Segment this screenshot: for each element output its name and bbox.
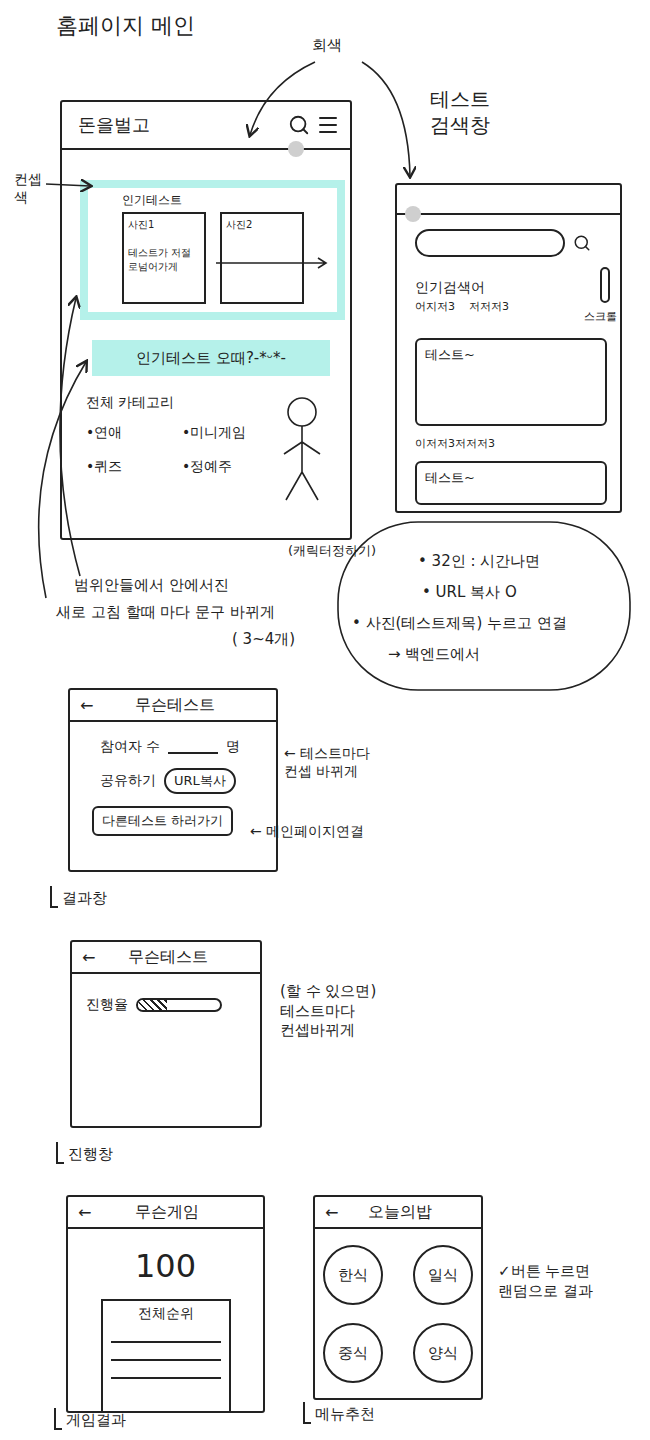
- ranking-row: [111, 1361, 221, 1379]
- ranking-row: [111, 1343, 221, 1361]
- cloud-note: • 32인 : 시간나면• URL 복사 O• 사진(테스트제목) 누르고 연결…: [352, 552, 567, 664]
- search-page-frame: 인기검색어어지저3 저저저3 스크롤테스트~ 이저저3저저저3 테스트~: [395, 183, 622, 513]
- participants-label: 참여자 수: [100, 738, 160, 756]
- banner: 인기테스트 오때?-*ᵕ*-: [92, 340, 330, 376]
- progress-fill: [138, 1000, 167, 1010]
- scrollbar[interactable]: [600, 267, 610, 303]
- category-item[interactable]: •퀴즈: [86, 458, 176, 476]
- search-icon[interactable]: [573, 234, 591, 252]
- link-note: ← 메인페이지연결: [250, 822, 364, 840]
- participants-unit: 명: [226, 738, 240, 756]
- character-note: (캐릭터정하기): [288, 543, 376, 560]
- back-button[interactable]: ←: [80, 696, 93, 715]
- screen-header: ← 무슨테스트: [70, 690, 276, 722]
- slide-arrow-icon: [214, 256, 332, 270]
- site-title: 돈을벌고: [78, 113, 150, 137]
- card-caption: 테스트가 저절로넘어가게: [128, 246, 200, 274]
- result-card[interactable]: 테스트~: [415, 461, 607, 505]
- copy-url-button[interactable]: URL복사: [164, 768, 236, 794]
- character-icon: [272, 394, 332, 504]
- scroll-label: 스크롤: [584, 309, 617, 324]
- screen-label: 결과창: [50, 886, 107, 908]
- participants-blank: [168, 740, 218, 754]
- progress-screen-frame: ← 무슨테스트진행율: [70, 940, 262, 1128]
- concept-note: ← 테스트마다컨셉 바뀌게: [284, 744, 370, 780]
- search-top-bar: [397, 185, 620, 215]
- screen-header: ← 오늘의밥: [315, 1197, 481, 1229]
- other-test-button[interactable]: 다른테스트 하러가기: [92, 806, 233, 836]
- menu-option-button[interactable]: 중식: [323, 1323, 383, 1383]
- card-photo: 사진1: [128, 218, 200, 232]
- menu-icon[interactable]: [316, 113, 340, 137]
- screen-title: 무슨테스트: [99, 695, 266, 716]
- wireframe-canvas: 홈페이지 메인회색테스트검색창컨셉색 돈을벌고인기테스트사진1 테스트가 저절로넘어…: [0, 0, 650, 1440]
- test-card[interactable]: 사진2: [220, 212, 304, 304]
- screen-title: 오늘의밥: [344, 1202, 471, 1223]
- page-title: 홈페이지 메인: [56, 12, 195, 41]
- result-caption: 이저저3저저저3: [415, 436, 610, 451]
- share-label: 공유하기: [100, 772, 156, 790]
- screen-title: 무슨게임: [97, 1202, 253, 1223]
- screen-header: ← 무슨테스트: [72, 942, 260, 974]
- main-page-frame: 돈을벌고인기테스트사진1 테스트가 저절로넘어가게 사진2 인기테스트 오때?-*ᵕ*…: [60, 100, 352, 540]
- screen-label: 메뉴추천: [303, 1402, 375, 1424]
- keyword[interactable]: 어지저3: [415, 299, 455, 314]
- back-button[interactable]: ←: [325, 1203, 338, 1222]
- popular-tests: 인기테스트사진1 테스트가 저절로넘어가게 사진2: [80, 180, 345, 320]
- bracket-mark: [303, 1402, 311, 1424]
- categories-title: 전체 카테고리: [86, 394, 272, 412]
- screen-header: ← 무슨게임: [68, 1197, 263, 1229]
- screen-label: 게임결과: [54, 1408, 126, 1430]
- category-item[interactable]: •정예주: [182, 458, 272, 476]
- score: 100: [135, 1247, 196, 1285]
- game-screen-frame: ← 무슨게임 100 전체순위: [66, 1195, 265, 1413]
- ranking-row: [111, 1325, 221, 1343]
- menu-option-button[interactable]: 양식: [413, 1323, 473, 1383]
- ranking-box: 전체순위: [101, 1299, 231, 1411]
- gray-note: 회색: [312, 36, 342, 56]
- menu-option-button[interactable]: 일식: [413, 1245, 473, 1305]
- screen-title: 무슨테스트: [101, 947, 250, 968]
- result-screen-frame: ← 무슨테스트참여자 수 명공유하기 URL복사다른테스트 하러가기: [68, 688, 278, 872]
- progress-note: (할 수 있으면)테스트마다컨셉바뀌게: [280, 982, 376, 1041]
- screen-label: 진행창: [56, 1142, 113, 1164]
- keyword[interactable]: 저저저3: [469, 299, 509, 314]
- bracket-mark: [56, 1142, 64, 1164]
- bracket-mark: [50, 886, 58, 908]
- test-card[interactable]: 사진1 테스트가 저절로넘어가게: [122, 212, 206, 304]
- main-header: 돈을벌고: [62, 102, 350, 150]
- gray-dot: [288, 141, 304, 157]
- back-button[interactable]: ←: [78, 1203, 91, 1222]
- category-item[interactable]: •연애: [86, 424, 176, 442]
- search-field[interactable]: [415, 229, 565, 257]
- search-page-title: 테스트검색창: [430, 86, 490, 138]
- menu-note: ✓버튼 누르면랜덤으로 결과: [498, 1262, 593, 1301]
- back-button[interactable]: ←: [82, 948, 95, 967]
- popular-label: 인기테스트: [122, 192, 337, 208]
- menu-screen-frame: ← 오늘의밥한식 일식중식 양식: [313, 1195, 483, 1400]
- progress-label: 진행율: [86, 996, 128, 1014]
- ranking-title: 전체순위: [111, 1301, 221, 1325]
- result-card[interactable]: 테스트~: [415, 338, 607, 426]
- card-photo: 사진2: [226, 218, 298, 232]
- concept-color-note: 컨셉색: [14, 170, 42, 206]
- gray-dot: [405, 206, 421, 222]
- menu-option-button[interactable]: 한식: [323, 1245, 383, 1305]
- refresh-note: 범위안들에서 안에서진새로 고침 할때 마다 문구 바뀌게( 3~4개): [56, 576, 295, 649]
- bracket-mark: [54, 1408, 62, 1430]
- search-icon[interactable]: [288, 114, 310, 136]
- category-item[interactable]: •미니게임: [182, 424, 272, 442]
- popular-search-label: 인기검색어: [415, 279, 610, 297]
- progress-bar: [136, 998, 222, 1012]
